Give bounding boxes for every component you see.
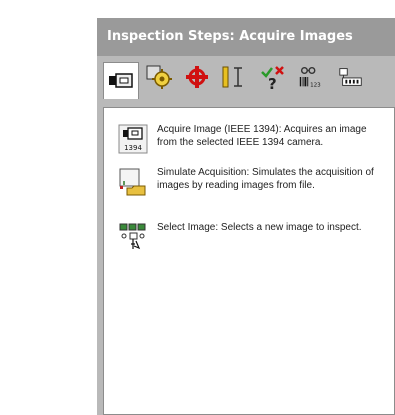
svg-text:123: 123: [310, 82, 321, 88]
step-description: Simulate Acquisition: Simulates the acqu…: [157, 167, 374, 191]
tab-processing[interactable]: [145, 62, 173, 92]
tab-locate-features[interactable]: [183, 62, 211, 92]
step-simulate-acquisition[interactable]: Simulate Acquisition: Simulates the acqu…: [118, 167, 388, 197]
step-acquire-image-ieee1394[interactable]: 1394 Acquire Image (IEEE 1394): Acquires…: [118, 124, 388, 154]
inspection-steps-panel: Inspection Steps: Acquire Images ? 123 1…: [97, 18, 395, 415]
step-description: Select Image: Selects a new image to ins…: [157, 222, 362, 233]
select-image-icon: [119, 223, 146, 250]
gear-sparkle-icon: [146, 65, 172, 89]
tool-tabs: ? 123: [97, 56, 395, 108]
panel-title: Inspection Steps: Acquire Images: [97, 18, 395, 56]
tab-use-additional-tools[interactable]: [337, 62, 365, 92]
check-cross-question-icon: ?: [261, 66, 284, 90]
tab-identify-parts[interactable]: 123: [297, 62, 325, 92]
io-device-icon: [339, 68, 362, 86]
barcode-ocr-icon: 123: [299, 66, 321, 88]
tab-check-presence[interactable]: ?: [259, 62, 287, 92]
ieee1394-label: 1394: [124, 144, 142, 152]
svg-text:?: ?: [268, 75, 277, 90]
step-description: Acquire Image (IEEE 1394): Acquires an i…: [157, 124, 367, 148]
tab-measure-features[interactable]: [221, 62, 249, 92]
simulate-acquisition-icon: [119, 168, 146, 196]
tab-acquire-images[interactable]: [103, 62, 139, 99]
step-select-image[interactable]: Select Image: Selects a new image to ins…: [118, 222, 388, 252]
steps-list: 1394 Acquire Image (IEEE 1394): Acquires…: [103, 107, 395, 415]
camera-icon: [109, 73, 133, 88]
crosshair-target-icon: [186, 66, 208, 88]
caliper-measure-icon: [222, 66, 242, 88]
acquire-ieee1394-icon: 1394: [118, 124, 148, 154]
